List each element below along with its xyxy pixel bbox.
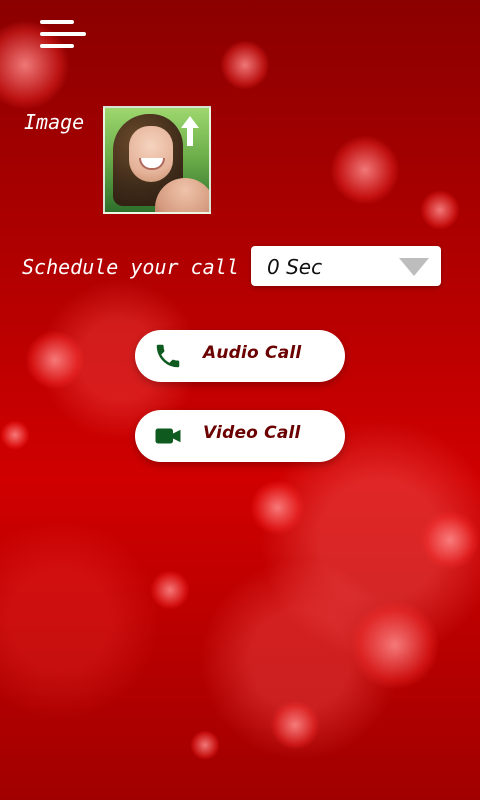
video-call-label: Video Call	[203, 423, 301, 443]
bokeh-light	[150, 570, 190, 610]
bokeh-light	[420, 190, 460, 230]
bokeh-light	[420, 510, 480, 570]
bokeh-light	[25, 330, 85, 390]
bokeh-light	[250, 480, 305, 535]
audio-call-button[interactable]: Audio Call	[135, 330, 345, 382]
video-call-button[interactable]: Video Call	[135, 410, 345, 462]
bokeh-light	[270, 700, 320, 750]
dropdown-arrow-icon	[399, 258, 429, 276]
avatar-face	[129, 126, 173, 182]
menu-icon	[40, 20, 74, 24]
video-camera-icon	[155, 428, 181, 444]
bokeh-light	[330, 135, 400, 205]
menu-button[interactable]	[40, 18, 88, 52]
bokeh-light	[190, 730, 220, 760]
schedule-label: Schedule your call	[22, 255, 239, 279]
image-label: Image	[24, 110, 85, 134]
upload-arrow-icon	[181, 116, 199, 146]
phone-icon	[156, 344, 180, 368]
audio-call-label: Audio Call	[203, 343, 302, 363]
image-picker[interactable]	[103, 106, 211, 214]
bokeh-light	[220, 40, 270, 90]
schedule-selected-value: 0 Sec	[267, 255, 323, 279]
bokeh-light	[0, 420, 30, 450]
bokeh-light	[350, 600, 440, 690]
menu-icon	[40, 44, 74, 48]
schedule-dropdown[interactable]: 0 Sec	[251, 246, 441, 286]
menu-icon	[40, 32, 86, 36]
